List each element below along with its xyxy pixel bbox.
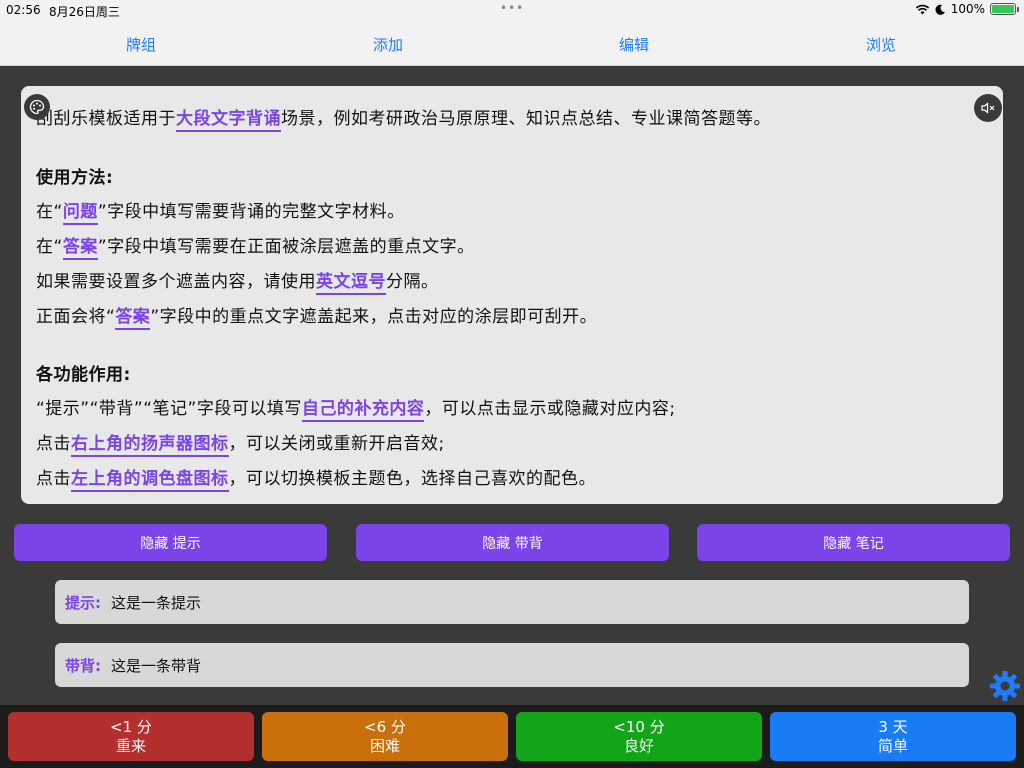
function-line-1: “提示”“带背”“笔记”字段可以填写自己的补充内容，可以点击显示或隐藏对应内容; [36,394,676,422]
usage-line-4: 正面会将“答案”字段中的重点文字遮盖起来，点击对应的涂层即可刮开。 [36,302,598,330]
status-time: 02:56 [6,3,41,17]
func1-highlight: 自己的补充内容 [301,399,425,422]
func1-text: “提示”“带背”“笔记”字段可以填写 [36,399,302,419]
function-line-3: 点击左上角的调色盘图标，可以切换模板主题色，选择自己喜欢的配色。 [36,464,596,492]
status-bar: 02:56 8月26日周三 ••• 100% [0,0,1024,20]
usage2-text-post: ”字段中填写需要在正面被涂层遮盖的重点文字。 [97,237,475,257]
func1-text-post: ，可以点击显示或隐藏对应内容; [424,399,676,419]
usage4-text-post: ”字段中的重点文字遮盖起来，点击对应的涂层即可刮开。 [150,307,598,327]
toggle-note-button[interactable]: 隐藏 笔记 [697,524,1010,561]
usage2-text: 在“ [36,237,63,257]
toggle-hint-button[interactable]: 隐藏 提示 [14,524,327,561]
answer-again-time: <1 分 [110,717,152,736]
usage-title: 使用方法: [36,168,114,188]
recite-label: 带背: [65,656,101,675]
recite-text: 这是一条带背 [111,656,202,675]
answer-hard-button[interactable]: <6 分 困难 [262,712,508,761]
function-line-2: 点击右上角的扬声器图标，可以关闭或重新开启音效; [36,429,445,457]
answer-easy-time: 3 天 [878,717,908,736]
answer-good-label: 良好 [623,736,654,755]
usage-line-3: 如果需要设置多个遮盖内容，请使用英文逗号分隔。 [36,267,439,295]
hint-box: 提示: 这是一条提示 [55,580,969,624]
answer-good-button[interactable]: <10 分 良好 [516,712,762,761]
hint-label: 提示: [65,593,101,612]
func3-text-post: ，可以切换模板主题色，选择自己喜欢的配色。 [228,469,596,489]
answer-again-label: 重来 [115,736,146,755]
gear-icon[interactable] [989,670,1021,702]
answer-easy-button[interactable]: 3 天 简单 [770,712,1016,761]
top-nav: 牌组 添加 编辑 浏览 [0,20,1024,66]
battery-percent: 100% [950,2,985,16]
speaker-muted-icon [981,102,995,114]
speaker-button[interactable] [974,94,1002,122]
intro-text-post: 场景，例如考研政治马原原理、知识点总结、专业课简答题等。 [281,109,771,129]
usage4-highlight: 答案 [115,307,151,330]
nav-browse[interactable]: 浏览 [821,34,941,55]
nav-add[interactable]: 添加 [328,34,448,55]
status-right: 100% [915,2,1019,16]
answer-hard-label: 困难 [369,736,400,755]
usage1-text-post: ”字段中填写需要背诵的完整文字材料。 [97,202,405,222]
usage1-highlight: 问题 [62,202,98,225]
usage-line-2: 在“答案”字段中填写需要在正面被涂层遮盖的重点文字。 [36,232,475,260]
func2-text-post: ，可以关闭或重新开启音效; [228,434,445,454]
func3-text: 点击 [36,469,71,489]
nav-edit[interactable]: 编辑 [574,34,694,55]
usage1-text: 在“ [36,202,63,222]
palette-button[interactable] [24,94,50,120]
answer-again-button[interactable]: <1 分 重来 [8,712,254,761]
intro-text: 刮刮乐模板适用于 [36,109,176,129]
func2-text: 点击 [36,434,71,454]
toggle-recite-button[interactable]: 隐藏 带背 [356,524,669,561]
usage4-text: 正面会将“ [36,307,116,327]
usage2-highlight: 答案 [62,237,98,260]
answer-hard-time: <6 分 [364,717,406,736]
battery-icon [990,3,1019,15]
wifi-icon [915,4,929,14]
moon-icon [935,4,945,15]
multitask-dots-icon[interactable]: ••• [500,1,524,15]
intro-highlight: 大段文字背诵 [176,109,281,132]
recite-box: 带背: 这是一条带背 [55,643,969,687]
usage3-text-post: 分隔。 [386,272,439,292]
palette-icon [29,99,45,115]
func2-highlight: 右上角的扬声器图标 [71,434,229,457]
answer-easy-label: 简单 [877,736,908,755]
func3-highlight: 左上角的调色盘图标 [71,469,229,492]
answer-good-time: <10 分 [613,717,665,736]
usage3-text: 如果需要设置多个遮盖内容，请使用 [36,272,316,292]
hint-text: 这是一条提示 [111,593,202,612]
intro-line: 刮刮乐模板适用于大段文字背诵场景，例如考研政治马原原理、知识点总结、专业课简答题… [36,104,771,132]
function-title: 各功能作用: [36,365,131,385]
usage3-highlight: 英文逗号 [316,272,386,295]
usage-line-1: 在“问题”字段中填写需要背诵的完整文字材料。 [36,197,405,225]
status-date: 8月26日周三 [49,5,120,19]
nav-deck[interactable]: 牌组 [81,34,201,55]
